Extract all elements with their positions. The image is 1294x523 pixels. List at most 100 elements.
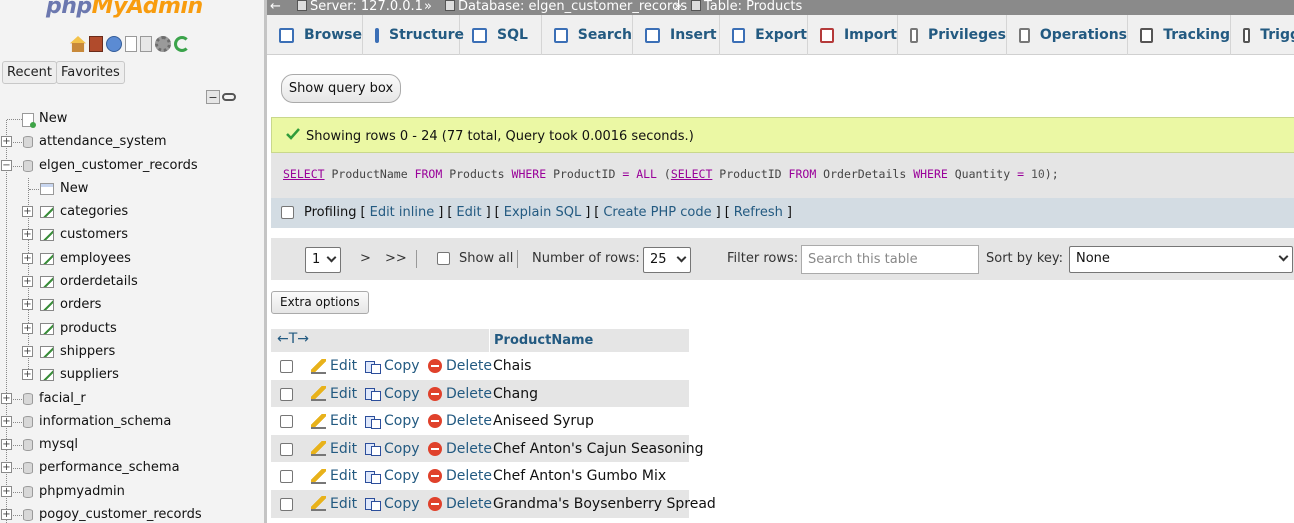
tab-structure[interactable]: Structure bbox=[363, 15, 464, 55]
tree-item-categories[interactable]: + categories bbox=[0, 201, 264, 224]
expand-icon[interactable]: + bbox=[22, 369, 33, 381]
edit-button[interactable]: Edit bbox=[311, 413, 357, 429]
logout-icon[interactable] bbox=[89, 36, 103, 52]
link-edit[interactable]: Edit bbox=[456, 205, 481, 220]
sort-by-key-select[interactable]: None bbox=[1069, 246, 1293, 273]
expand-icon[interactable]: + bbox=[22, 252, 33, 264]
collapse-all-icon[interactable]: − bbox=[206, 90, 220, 104]
tree-item-facial-r[interactable]: + facial_r bbox=[0, 388, 264, 411]
row-checkbox[interactable] bbox=[280, 442, 293, 456]
tree-item-phpmyadmin[interactable]: + phpmyadmin bbox=[0, 481, 264, 504]
show-all-checkbox[interactable] bbox=[437, 252, 450, 265]
tab-sql[interactable]: SQL bbox=[460, 15, 542, 55]
tree-item-shippers[interactable]: + shippers bbox=[0, 341, 264, 364]
collapse-icon[interactable]: − bbox=[1, 159, 12, 171]
phpmyadmin-logo[interactable]: phpMyAdmin bbox=[46, 0, 203, 19]
cell-productname[interactable]: Aniseed Syrup bbox=[493, 413, 594, 429]
expand-icon[interactable]: + bbox=[1, 439, 12, 451]
edit-button[interactable]: Edit bbox=[311, 496, 357, 512]
edit-button[interactable]: Edit bbox=[311, 441, 357, 457]
expand-icon[interactable]: + bbox=[22, 345, 33, 357]
delete-button[interactable]: Delete bbox=[428, 413, 492, 429]
rows-per-page-select[interactable]: 25 bbox=[643, 247, 691, 273]
copy-button[interactable]: Copy bbox=[365, 496, 420, 512]
favorites-tab[interactable]: Favorites bbox=[56, 61, 125, 84]
column-toggle-arrows-icon[interactable]: ←T→ bbox=[277, 331, 309, 347]
tab-export[interactable]: Export bbox=[720, 15, 808, 55]
expand-icon[interactable]: + bbox=[1, 485, 12, 497]
link-explain-sql[interactable]: Explain SQL bbox=[504, 205, 581, 220]
tab-import[interactable]: Import bbox=[808, 15, 898, 55]
tree-item-performance-schema[interactable]: + performance_schema bbox=[0, 457, 264, 480]
cell-productname[interactable]: Chef Anton's Gumbo Mix bbox=[493, 468, 666, 484]
edit-button[interactable]: Edit bbox=[311, 386, 357, 402]
breadcrumb-database[interactable]: Database: elgen_customer_records bbox=[445, 0, 687, 13]
copy-button[interactable]: Copy bbox=[365, 386, 420, 402]
row-checkbox[interactable] bbox=[280, 415, 293, 429]
row-checkbox[interactable] bbox=[280, 470, 293, 484]
copy-button[interactable]: Copy bbox=[365, 413, 420, 429]
tree-item-new[interactable]: New bbox=[0, 178, 264, 201]
delete-button[interactable]: Delete bbox=[428, 441, 492, 457]
expand-icon[interactable]: + bbox=[1, 392, 12, 404]
delete-button[interactable]: Delete bbox=[428, 468, 492, 484]
documentation-icon[interactable] bbox=[125, 36, 137, 52]
next-page-button[interactable]: > bbox=[360, 251, 371, 266]
column-header-productname[interactable]: ProductName bbox=[489, 329, 593, 352]
expand-icon[interactable]: + bbox=[22, 322, 33, 334]
delete-button[interactable]: Delete bbox=[428, 386, 492, 402]
tab-insert[interactable]: Insert bbox=[633, 15, 720, 55]
tree-item-elgen-customer-records[interactable]: − elgen_customer_records bbox=[0, 155, 264, 178]
sql-query-text[interactable]: SELECT ProductName FROM Products WHERE P… bbox=[283, 167, 1059, 181]
tree-item-pogoy-customer-records[interactable]: + pogoy_customer_records bbox=[0, 504, 264, 523]
tree-item-information-schema[interactable]: + information_schema bbox=[0, 411, 264, 434]
copy-button[interactable]: Copy bbox=[365, 358, 420, 374]
tree-item-orders[interactable]: + orders bbox=[0, 294, 264, 317]
row-checkbox[interactable] bbox=[280, 497, 293, 511]
cell-productname[interactable]: Chef Anton's Cajun Seasoning bbox=[493, 441, 704, 457]
profiling-checkbox[interactable] bbox=[281, 206, 294, 219]
cell-productname[interactable]: Grandma's Boysenberry Spread bbox=[493, 496, 716, 512]
tree-item-mysql[interactable]: + mysql bbox=[0, 434, 264, 457]
extra-options-button[interactable]: Extra options bbox=[271, 291, 369, 314]
tree-item-products[interactable]: + products bbox=[0, 318, 264, 341]
edit-button[interactable]: Edit bbox=[311, 468, 357, 484]
cell-productname[interactable]: Chais bbox=[493, 358, 531, 374]
expand-icon[interactable]: + bbox=[1, 415, 12, 427]
tab-privileges[interactable]: Privileges bbox=[898, 15, 1007, 55]
copy-button[interactable]: Copy bbox=[365, 441, 420, 457]
reload-icon[interactable] bbox=[174, 36, 190, 52]
breadcrumb-table[interactable]: Table: Products bbox=[691, 0, 802, 13]
tree-item-customers[interactable]: + customers bbox=[0, 224, 264, 247]
link-edit-inline[interactable]: Edit inline bbox=[370, 205, 435, 220]
expand-icon[interactable]: + bbox=[22, 206, 33, 218]
tab-trigg[interactable]: Trigg bbox=[1231, 15, 1294, 55]
recent-tab[interactable]: Recent bbox=[2, 61, 57, 84]
tree-item-employees[interactable]: + employees bbox=[0, 248, 264, 271]
expand-icon[interactable]: + bbox=[22, 299, 33, 311]
tab-tracking[interactable]: Tracking bbox=[1128, 15, 1231, 55]
last-page-button[interactable]: >> bbox=[385, 251, 407, 266]
tree-item-attendance-system[interactable]: + attendance_system bbox=[0, 131, 264, 154]
breadcrumb-server[interactable]: Server: 127.0.0.1 bbox=[297, 0, 423, 13]
link-with-main-icon[interactable] bbox=[222, 93, 236, 101]
delete-button[interactable]: Delete bbox=[428, 358, 492, 374]
row-checkbox[interactable] bbox=[280, 360, 293, 373]
expand-icon[interactable]: + bbox=[22, 276, 33, 288]
filter-rows-input[interactable]: Search this table bbox=[801, 245, 979, 274]
tab-search[interactable]: Search bbox=[542, 15, 633, 55]
tree-item-orderdetails[interactable]: + orderdetails bbox=[0, 271, 264, 294]
edit-button[interactable]: Edit bbox=[311, 358, 357, 374]
tree-item-suppliers[interactable]: + suppliers bbox=[0, 364, 264, 387]
collapse-arrow-icon[interactable]: ← bbox=[270, 0, 281, 13]
page-select[interactable]: 1 bbox=[305, 247, 341, 273]
tab-browse[interactable]: Browse bbox=[267, 15, 363, 55]
row-checkbox[interactable] bbox=[280, 387, 293, 401]
settings-gear-icon[interactable] bbox=[155, 36, 171, 52]
expand-icon[interactable]: + bbox=[1, 136, 12, 148]
expand-icon[interactable]: + bbox=[1, 462, 12, 474]
expand-icon[interactable]: + bbox=[1, 509, 12, 521]
home-icon[interactable] bbox=[70, 36, 86, 52]
link-create-php-code[interactable]: Create PHP code bbox=[603, 205, 711, 220]
help-icon[interactable] bbox=[106, 36, 122, 52]
